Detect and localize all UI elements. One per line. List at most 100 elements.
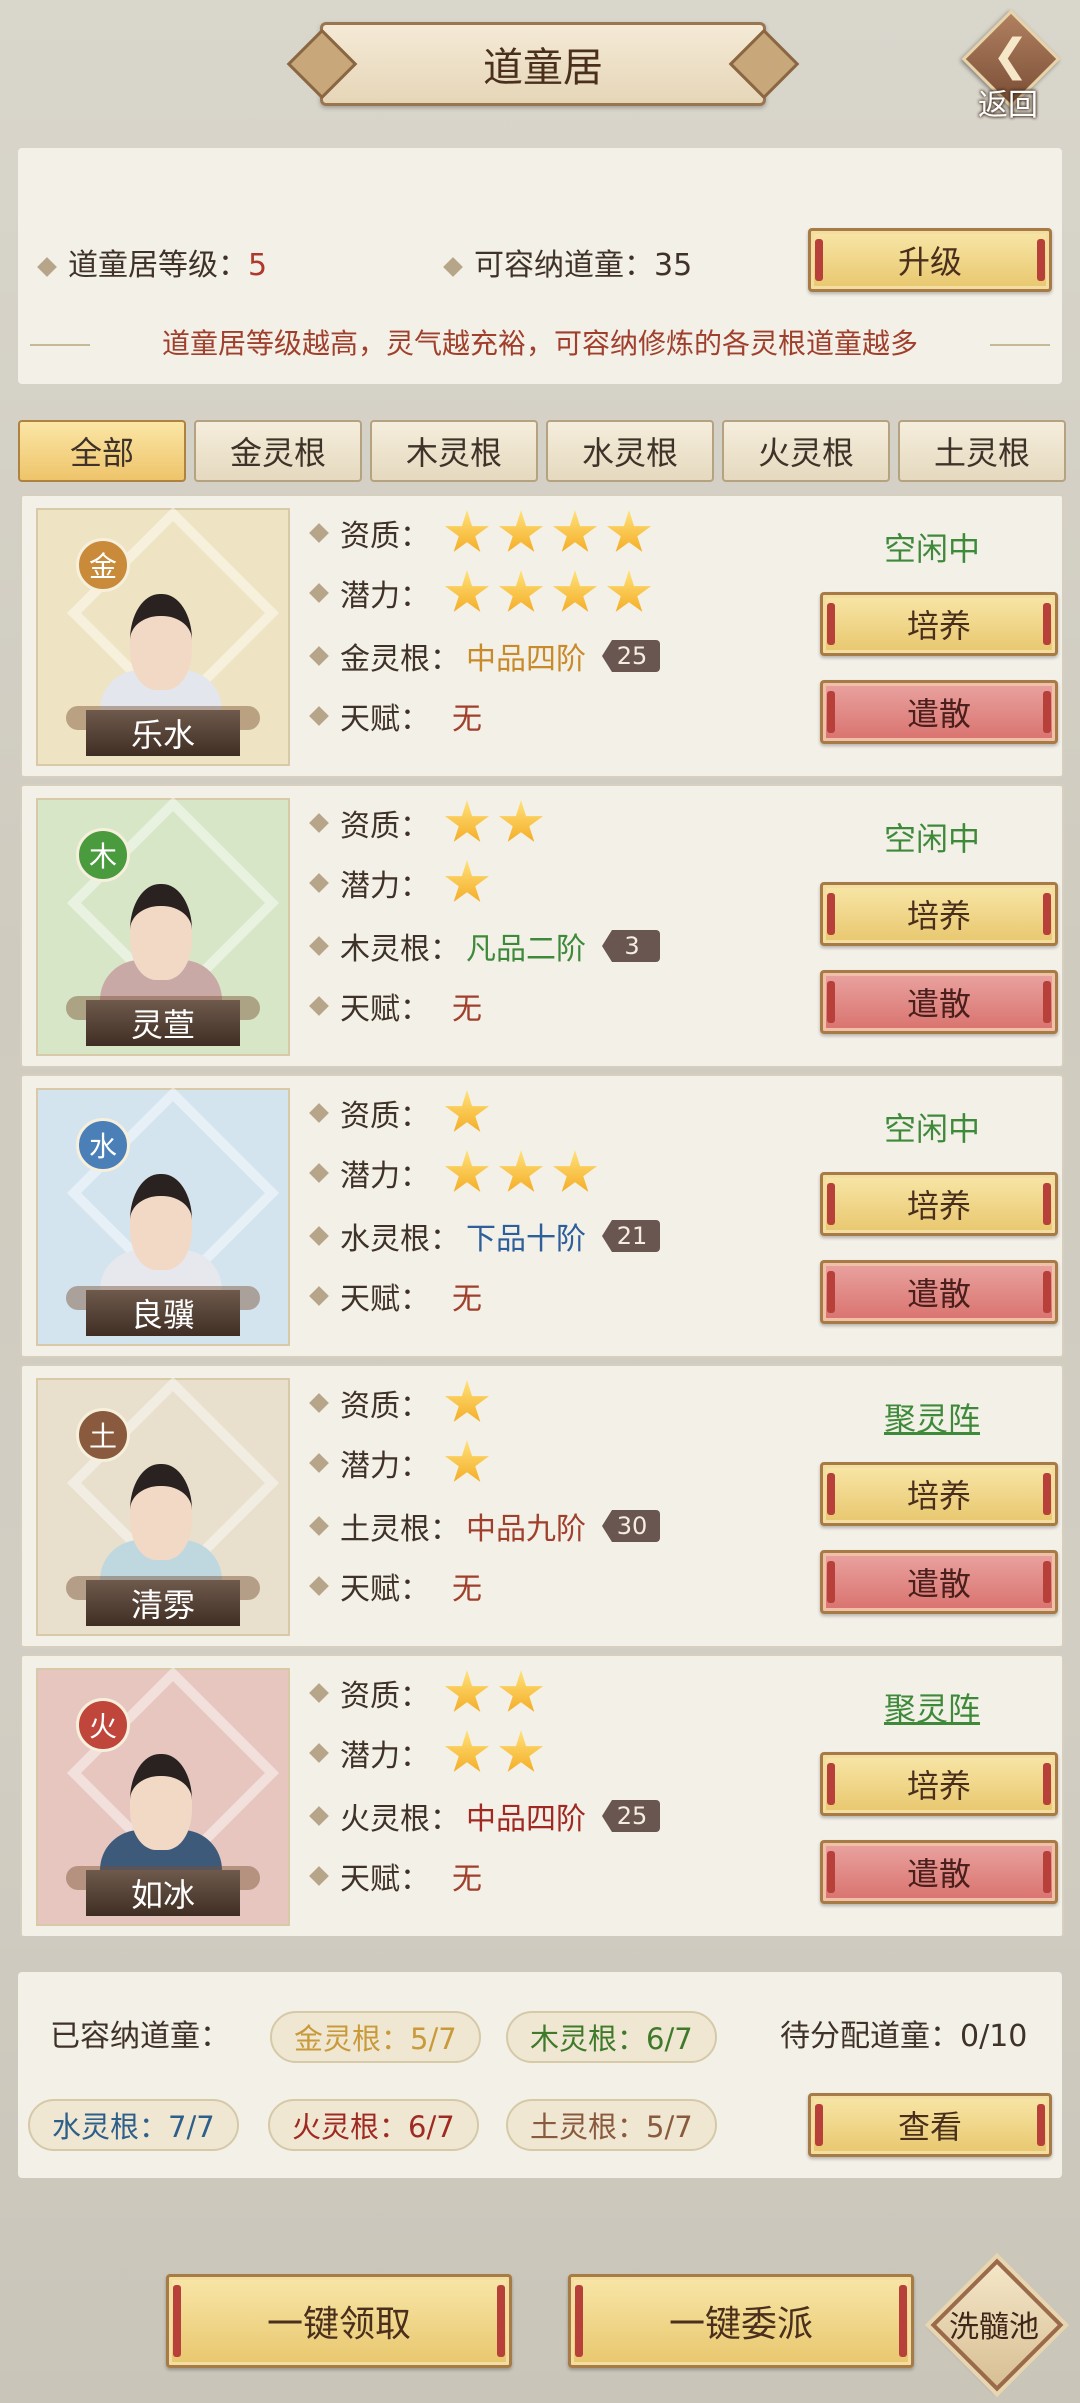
cultivate-button[interactable]: 培养	[820, 1172, 1058, 1236]
character-head	[130, 1174, 192, 1270]
disciple-status[interactable]: 聚灵阵	[852, 1394, 1012, 1440]
element-badge-label: 水	[88, 1130, 117, 1163]
star-icon	[444, 570, 490, 612]
potential-stars	[444, 1150, 606, 1196]
dismiss-button[interactable]: 遣散	[820, 1840, 1058, 1904]
potential-label: 潜力：	[340, 869, 430, 904]
disciple-card: 金 乐水 资质： 潜力： 金灵根： 中品四阶 25 天赋： 无 空闲中 培养 遣…	[20, 494, 1064, 778]
talent-value: 无	[452, 702, 482, 737]
bullet-icon	[309, 996, 329, 1016]
back-arrow-icon: ❮	[992, 30, 1029, 81]
talent-row: 天赋： 无	[309, 694, 482, 738]
aptitude-row: 资质：	[309, 510, 660, 556]
star-icon	[552, 570, 598, 612]
bullet-icon	[309, 1576, 329, 1596]
disciple-status[interactable]: 聚灵阵	[852, 1684, 1012, 1730]
bullet-icon	[309, 936, 329, 956]
tab-2[interactable]: 木灵根	[370, 420, 538, 482]
tab-3[interactable]: 水灵根	[546, 420, 714, 482]
star-icon	[444, 860, 490, 902]
view-button[interactable]: 查看	[808, 2093, 1052, 2157]
disciple-name-text: 灵萱	[130, 1006, 195, 1044]
aptitude-label: 资质：	[340, 1679, 430, 1714]
element-badge-label: 木	[88, 840, 117, 873]
talent-label: 天赋：	[340, 1572, 430, 1607]
dismiss-button[interactable]: 遣散	[820, 680, 1058, 744]
talent-label: 天赋：	[340, 1862, 430, 1897]
bullet-icon	[309, 1103, 329, 1123]
upgrade-button[interactable]: 升级	[808, 228, 1052, 292]
level-badge: 25	[602, 1800, 660, 1832]
star-icon	[444, 1090, 490, 1132]
star-icon	[444, 1670, 490, 1712]
cultivate-button[interactable]: 培养	[820, 882, 1058, 946]
potential-stars	[444, 570, 660, 616]
level-badge: 30	[602, 1510, 660, 1542]
character-head	[130, 1754, 192, 1850]
disciple-portrait[interactable]: 水 良骥	[36, 1086, 290, 1346]
dispatch-all-button[interactable]: 一键委派	[568, 2274, 914, 2368]
dwelling-level-label: 道童居等级：	[68, 248, 248, 283]
element-badge: 木	[76, 828, 130, 882]
character-head	[130, 884, 192, 980]
star-icon	[498, 570, 544, 612]
talent-row: 天赋： 无	[309, 1564, 482, 1608]
pending-disciples: 待分配道童：0/10	[780, 2019, 1028, 2054]
potential-stars	[444, 1440, 498, 1486]
capacity-label: 可容纳道童：	[474, 248, 654, 283]
tab-4[interactable]: 火灵根	[722, 420, 890, 482]
marrow-pool-label: 洗髓池	[949, 2310, 1039, 2345]
spirit-root-grade: 凡品二阶	[466, 932, 586, 967]
star-icon	[498, 1670, 544, 1712]
aptitude-label: 资质：	[340, 1099, 430, 1134]
bullet-icon	[309, 873, 329, 893]
disciple-portrait[interactable]: 火 如冰	[36, 1666, 290, 1926]
element-badge: 金	[76, 538, 130, 592]
bullet-icon	[309, 813, 329, 833]
disciple-card: 木 灵萱 资质： 潜力： 木灵根： 凡品二阶 3 天赋： 无 空闲中 培养 遣散	[20, 784, 1064, 1068]
element-badge: 土	[76, 1408, 130, 1462]
dwelling-level: 道童居等级：5	[37, 240, 267, 284]
capacity: 可容纳道童：35	[443, 240, 692, 284]
marrow-pool-button[interactable]: 洗髓池	[930, 2258, 1064, 2392]
cultivate-button[interactable]: 培养	[820, 1752, 1058, 1816]
disciple-name: 乐水	[86, 710, 240, 756]
tab-0[interactable]: 全部	[18, 420, 186, 482]
page-title-banner: 道童居	[320, 22, 766, 106]
element-badge: 火	[76, 1698, 130, 1752]
dismiss-button[interactable]: 遣散	[820, 1260, 1058, 1324]
dismiss-button[interactable]: 遣散	[820, 970, 1058, 1034]
bullet-icon	[309, 1866, 329, 1886]
element-badge: 水	[76, 1118, 130, 1172]
disciple-name: 如冰	[86, 1870, 240, 1916]
disciple-portrait[interactable]: 金 乐水	[36, 506, 290, 766]
disciple-portrait[interactable]: 木 灵萱	[36, 796, 290, 1056]
spirit-root-count: 水灵根：7/7	[28, 2099, 239, 2151]
disciple-portrait[interactable]: 土 清雰	[36, 1376, 290, 1636]
spirit-root-count: 木灵根：6/7	[506, 2011, 717, 2063]
disciple-name-text: 清雰	[130, 1586, 195, 1624]
aptitude-stars	[444, 800, 552, 846]
cultivate-button[interactable]: 培养	[820, 592, 1058, 656]
tab-1[interactable]: 金灵根	[194, 420, 362, 482]
bullet-icon	[309, 523, 329, 543]
tab-5[interactable]: 土灵根	[898, 420, 1066, 482]
star-icon	[498, 510, 544, 552]
spirit-root-row: 金灵根： 中品四阶 25	[309, 634, 660, 678]
potential-label: 潜力：	[340, 579, 430, 614]
potential-row: 潜力：	[309, 1150, 606, 1196]
bullet-icon	[309, 1516, 329, 1536]
cultivate-button[interactable]: 培养	[820, 1462, 1058, 1526]
aptitude-stars	[444, 510, 660, 556]
star-icon	[444, 1150, 490, 1192]
talent-label: 天赋：	[340, 1282, 430, 1317]
capacity-summary-label: 已容纳道童：	[50, 2019, 230, 2054]
dwelling-description: 道童居等级越高，灵气越充裕，可容纳修炼的各灵根道童越多	[161, 327, 918, 360]
bullet-icon	[309, 1163, 329, 1183]
level-badge: 3	[602, 930, 660, 962]
claim-all-button[interactable]: 一键领取	[166, 2274, 512, 2368]
potential-row: 潜力：	[309, 570, 660, 616]
talent-label: 天赋：	[340, 702, 430, 737]
dismiss-button[interactable]: 遣散	[820, 1550, 1058, 1614]
back-button[interactable]: ❮ 返回	[961, 9, 1062, 123]
